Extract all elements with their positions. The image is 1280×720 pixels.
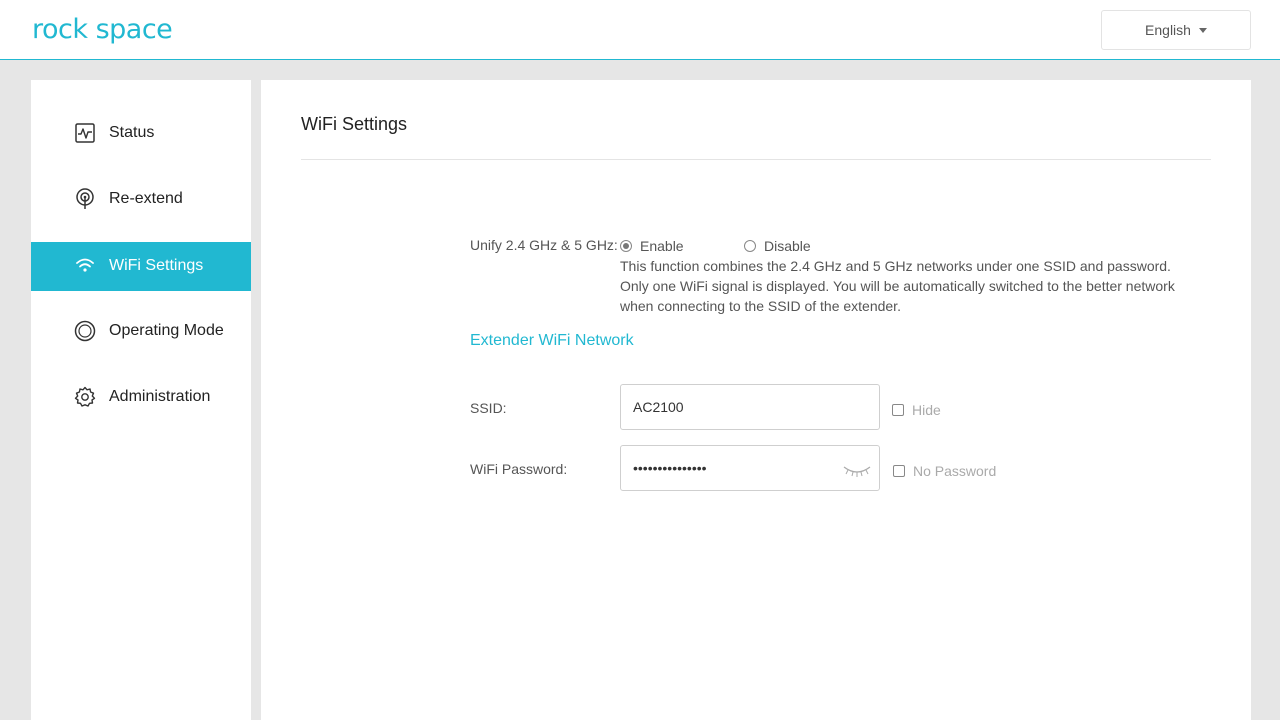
radio-checked-icon (620, 240, 632, 252)
enable-radio[interactable]: Enable (620, 238, 684, 254)
language-dropdown[interactable]: English (1101, 10, 1251, 50)
password-label: WiFi Password: (470, 461, 568, 477)
radio-unchecked-icon (744, 240, 756, 252)
caret-down-icon (1198, 27, 1207, 33)
signal-tower-icon (73, 187, 97, 211)
wifi-icon (73, 254, 97, 278)
sidebar: Status Re-extend WiFi Settings Operating… (31, 80, 251, 720)
main-panel: WiFi Settings Unify 2.4 GHz & 5 GHz: Ena… (261, 80, 1251, 720)
sidebar-item-wifi-settings[interactable]: WiFi Settings (31, 242, 251, 291)
unify-description: This function combines the 2.4 GHz and 5… (620, 258, 1175, 314)
disable-radio-label: Disable (764, 238, 811, 254)
section-title: Extender WiFi Network (470, 332, 634, 349)
gear-icon (73, 385, 97, 409)
logo: rock space (32, 14, 173, 45)
page-title: WiFi Settings (301, 114, 408, 134)
language-label: English (1145, 22, 1191, 38)
mode-circle-icon (73, 319, 97, 343)
sidebar-item-operating-mode[interactable]: Operating Mode (31, 307, 251, 356)
ssid-input[interactable] (620, 384, 880, 430)
sidebar-item-administration[interactable]: Administration (31, 373, 251, 422)
top-bar: rock space English (0, 0, 1280, 60)
password-input[interactable] (620, 445, 880, 491)
sidebar-item-label: Administration (109, 388, 211, 405)
unify-label: Unify 2.4 GHz & 5 GHz: (470, 237, 618, 253)
ssid-label: SSID: (470, 400, 507, 416)
no-password-checkbox-label: No Password (913, 463, 997, 479)
sidebar-item-label: Operating Mode (109, 322, 224, 339)
enable-radio-label: Enable (640, 238, 684, 254)
activity-icon (73, 121, 97, 145)
disable-radio[interactable]: Disable (744, 238, 811, 254)
eye-closed-icon[interactable] (842, 461, 872, 479)
checkbox-icon (892, 404, 904, 416)
no-password-checkbox[interactable]: No Password (893, 463, 996, 479)
sidebar-item-label: Status (109, 124, 155, 141)
checkbox-icon (893, 465, 905, 477)
sidebar-item-re-extend[interactable]: Re-extend (31, 175, 251, 224)
divider (301, 159, 1211, 160)
sidebar-item-status[interactable]: Status (31, 109, 251, 158)
sidebar-item-label: WiFi Settings (109, 257, 204, 274)
sidebar-item-label: Re-extend (109, 190, 183, 207)
hide-checkbox[interactable]: Hide (892, 402, 941, 418)
hide-checkbox-label: Hide (912, 402, 941, 418)
